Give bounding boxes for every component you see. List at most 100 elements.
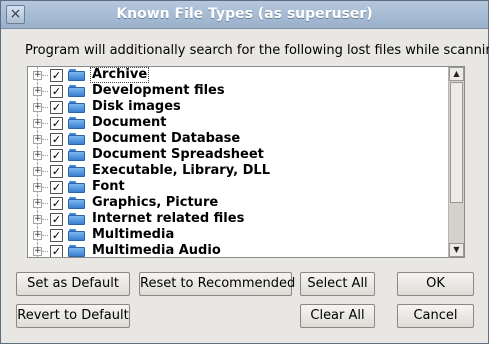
tree-row[interactable]: + ✓ Archive (28, 67, 448, 83)
expand-icon[interactable]: + (33, 71, 42, 80)
title-bar[interactable]: × Known File Types (as superuser) (1, 1, 488, 29)
tree-item-label: Internet related files (92, 211, 245, 226)
scroll-up-button[interactable]: ▲ (449, 67, 464, 81)
tree-branch-line (42, 107, 48, 108)
item-checkbox[interactable]: ✓ (50, 165, 63, 178)
folder-body (68, 87, 85, 97)
folder-icon (68, 245, 85, 257)
folder-body (68, 71, 85, 81)
expand-icon[interactable]: + (33, 135, 42, 144)
tree-branch-line (42, 187, 48, 188)
folder-icon (68, 85, 85, 97)
tree-row[interactable]: + ✓ Development files (28, 83, 448, 99)
cancel-button[interactable]: Cancel (397, 304, 474, 328)
item-checkbox[interactable]: ✓ (50, 245, 63, 257)
folder-body (68, 119, 85, 129)
expand-icon[interactable]: + (33, 247, 42, 256)
tree-row[interactable]: + ✓ Font (28, 179, 448, 195)
folder-icon (68, 117, 85, 129)
tree-item-label: Multimedia Audio (92, 243, 221, 258)
folder-body (68, 215, 85, 225)
instruction-text: Program will additionally search for the… (25, 43, 489, 58)
tree-branch-line (42, 235, 48, 236)
tree-item-label: Executable, Library, DLL (92, 163, 271, 178)
tree-item-label: Disk images (92, 99, 181, 114)
tree-row[interactable]: + ✓ Document (28, 115, 448, 131)
tree-branch-line (42, 75, 48, 76)
folder-body (68, 151, 85, 161)
tree-row[interactable]: + ✓ Document Database (28, 131, 448, 147)
folder-icon (68, 101, 85, 113)
tree-branch-line (42, 155, 48, 156)
reset-to-recommended-button[interactable]: Reset to Recommended (139, 272, 295, 296)
item-checkbox[interactable]: ✓ (50, 85, 63, 98)
expand-icon[interactable]: + (33, 231, 42, 240)
set-as-default-button[interactable]: Set as Default (16, 272, 130, 296)
expand-icon[interactable]: + (33, 119, 42, 128)
tree-branch-line (42, 123, 48, 124)
select-all-button[interactable]: Select All (300, 272, 375, 296)
folder-icon (68, 229, 85, 241)
tree-row[interactable]: + ✓ Multimedia (28, 227, 448, 243)
file-types-tree[interactable]: + ✓ Archive + ✓ Development files + ✓ Disk image… (27, 66, 465, 258)
expand-icon[interactable]: + (33, 215, 42, 224)
tree-row[interactable]: + ✓ Document Spreadsheet (28, 147, 448, 163)
item-checkbox[interactable]: ✓ (50, 229, 63, 242)
expand-icon[interactable]: + (33, 87, 42, 96)
expand-icon[interactable]: + (33, 199, 42, 208)
folder-body (68, 183, 85, 193)
dialog-window: × Known File Types (as superuser) Progra… (0, 0, 489, 344)
folder-body (68, 231, 85, 241)
folder-icon (68, 213, 85, 225)
tree-item-label: Document Database (92, 131, 241, 146)
tree-item-label: Development files (92, 83, 225, 98)
folder-icon (68, 133, 85, 145)
tree-item-label: Document (92, 115, 167, 130)
clear-all-button[interactable]: Clear All (300, 304, 375, 328)
item-checkbox[interactable]: ✓ (50, 197, 63, 210)
tree-branch-line (42, 251, 48, 252)
item-checkbox[interactable]: ✓ (50, 149, 63, 162)
folder-body (68, 103, 85, 113)
ok-button[interactable]: OK (397, 272, 474, 296)
folder-icon (68, 181, 85, 193)
expand-icon[interactable]: + (33, 151, 42, 160)
expand-icon[interactable]: + (33, 183, 42, 192)
folder-icon (68, 149, 85, 161)
folder-icon (68, 165, 85, 177)
item-checkbox[interactable]: ✓ (50, 181, 63, 194)
tree-branch-line (42, 171, 48, 172)
folder-icon (68, 69, 85, 81)
revert-to-default-button[interactable]: Revert to Default (16, 304, 130, 328)
tree-branch-line (42, 139, 48, 140)
tree-row[interactable]: + ✓ Multimedia Audio (28, 243, 448, 258)
tree-row[interactable]: + ✓ Executable, Library, DLL (28, 163, 448, 179)
expand-icon[interactable]: + (33, 167, 42, 176)
scroll-down-button[interactable]: ▼ (449, 243, 464, 257)
tree-branch-line (42, 219, 48, 220)
tree-item-label: Graphics, Picture (92, 195, 219, 210)
folder-body (68, 247, 85, 257)
expand-icon[interactable]: + (33, 103, 42, 112)
tree-row[interactable]: + ✓ Internet related files (28, 211, 448, 227)
tree-item-label: Archive (90, 67, 150, 83)
item-checkbox[interactable]: ✓ (50, 213, 63, 226)
folder-body (68, 167, 85, 177)
folder-body (68, 135, 85, 145)
tree-row[interactable]: + ✓ Graphics, Picture (28, 195, 448, 211)
folder-icon (68, 197, 85, 209)
item-checkbox[interactable]: ✓ (50, 133, 63, 146)
tree-rows: + ✓ Archive + ✓ Development files + ✓ Disk image… (28, 67, 448, 258)
tree-branch-line (42, 203, 48, 204)
tree-item-label: Font (92, 179, 125, 194)
item-checkbox[interactable]: ✓ (50, 101, 63, 114)
item-checkbox[interactable]: ✓ (50, 69, 63, 82)
item-checkbox[interactable]: ✓ (50, 117, 63, 130)
tree-branch-line (42, 91, 48, 92)
folder-body (68, 199, 85, 209)
vertical-scrollbar[interactable]: ▲ ▼ (448, 67, 464, 257)
tree-row[interactable]: + ✓ Disk images (28, 99, 448, 115)
window-title: Known File Types (as superuser) (116, 6, 373, 22)
tree-item-label: Document Spreadsheet (92, 147, 264, 162)
scrollbar-thumb[interactable] (450, 82, 463, 203)
